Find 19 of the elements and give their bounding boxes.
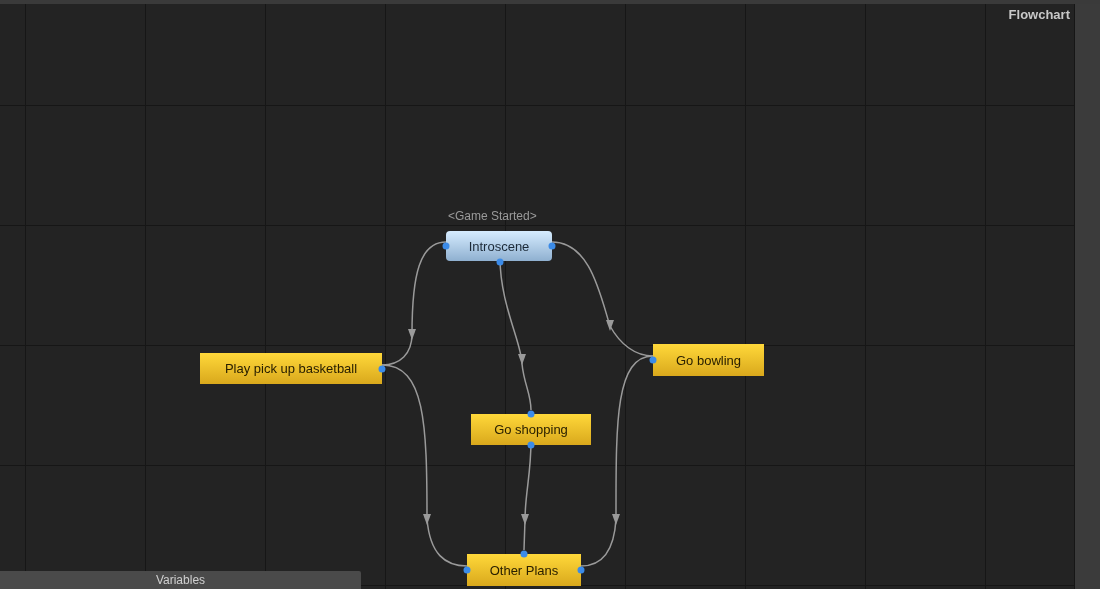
- scrollbar[interactable]: [1074, 4, 1100, 589]
- connection-point[interactable]: [649, 356, 657, 364]
- connection-point[interactable]: [463, 566, 471, 574]
- panel-title: Flowchart: [1008, 7, 1070, 22]
- connection-point[interactable]: [527, 410, 535, 418]
- flowchart-block[interactable]: Other Plans: [467, 554, 581, 586]
- connection-point[interactable]: [527, 441, 535, 449]
- connection-point[interactable]: [442, 242, 450, 250]
- connection-point[interactable]: [548, 242, 556, 250]
- connection-point[interactable]: [520, 550, 528, 558]
- flowchart-block[interactable]: Play pick up basketball: [200, 353, 382, 384]
- variables-tab[interactable]: Variables: [0, 571, 361, 589]
- event-label: <Game Started>: [448, 209, 537, 223]
- connection-point[interactable]: [496, 258, 504, 266]
- flowchart-block[interactable]: Introscene: [446, 231, 552, 261]
- flowchart-block[interactable]: Go bowling: [653, 344, 764, 376]
- connection-point[interactable]: [577, 566, 585, 574]
- connection-point[interactable]: [378, 365, 386, 373]
- flowchart-block[interactable]: Go shopping: [471, 414, 591, 445]
